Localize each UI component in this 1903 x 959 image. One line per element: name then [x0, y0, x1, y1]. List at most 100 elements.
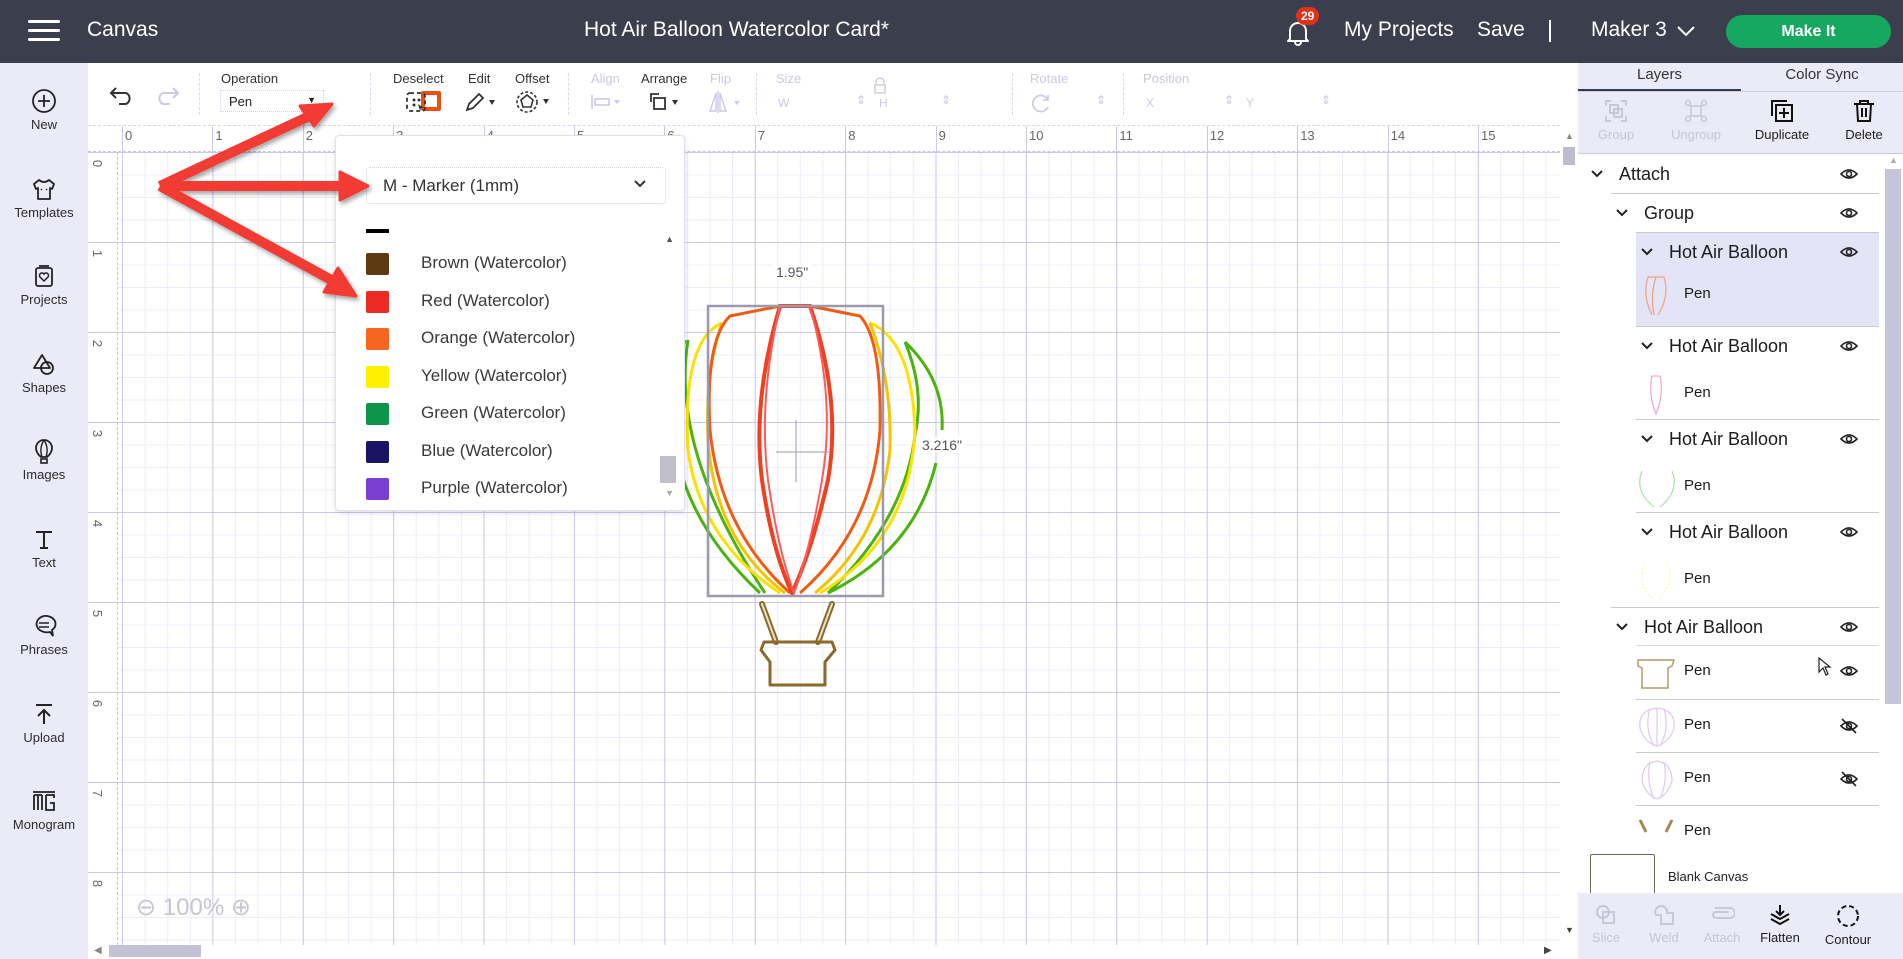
menu-icon[interactable] [28, 20, 60, 42]
delete-button[interactable]: Delete [1824, 98, 1903, 142]
eye-icon[interactable] [1840, 432, 1858, 446]
deselect-icon[interactable] [405, 91, 427, 113]
sidebar-item-monogram[interactable]: Monogram [0, 775, 88, 855]
height-dimension: 3.216" [920, 437, 965, 453]
layer-name: Hot Air Balloon [1669, 242, 1789, 262]
layer-group[interactable]: Group [1578, 194, 1883, 234]
eye-icon[interactable] [1840, 206, 1858, 220]
lock-icon[interactable] [873, 77, 887, 95]
scroll-up-arrow[interactable]: ▲ [665, 234, 674, 244]
y-input[interactable]: Y [1246, 96, 1254, 110]
scrollbar-thumb[interactable] [109, 945, 201, 957]
color-option[interactable]: Brown (Watercolor) [361, 249, 661, 277]
arrange-icon[interactable] [648, 91, 684, 113]
rotate-stepper[interactable]: ⇕ [1096, 93, 1106, 107]
layer-pen-hidden[interactable]: Pen [1578, 753, 1879, 805]
eye-slash-icon[interactable] [1840, 718, 1858, 734]
eye-icon[interactable] [1840, 620, 1858, 634]
layer-hot-air-balloon-3[interactable]: Hot Air Balloon [1636, 420, 1879, 460]
trash-icon [1854, 100, 1874, 122]
chevron-down-icon[interactable] [1615, 208, 1629, 218]
align-label: Align [591, 71, 620, 86]
eye-slash-icon[interactable] [1840, 771, 1858, 787]
scrollbar-thumb[interactable] [1885, 169, 1901, 704]
chevron-down-icon[interactable] [1640, 247, 1654, 257]
ungroup-button: Ungroup [1656, 98, 1736, 142]
color-option[interactable]: Red (Watercolor) [361, 287, 661, 315]
eye-icon[interactable] [1840, 525, 1858, 539]
color-option[interactable]: Orange (Watercolor) [361, 324, 661, 352]
my-projects-link[interactable]: My Projects [1344, 18, 1454, 42]
color-option[interactable]: Green (Watercolor) [361, 399, 661, 427]
chevron-down-icon[interactable] [1640, 527, 1654, 537]
layer-pen[interactable]: Pen [1578, 554, 1879, 606]
width-dimension: 1.95" [774, 264, 811, 280]
tab-layers[interactable]: Layers [1578, 63, 1741, 91]
sidebar-item-templates[interactable]: Templates [0, 163, 88, 243]
width-input[interactable]: W [778, 96, 789, 110]
layer-attach[interactable]: Attach [1578, 155, 1883, 195]
eye-icon[interactable] [1840, 339, 1858, 353]
sidebar-item-projects[interactable]: Projects [0, 250, 88, 330]
height-stepper[interactable]: ⇕ [941, 93, 951, 107]
sidebar-item-new[interactable]: New [0, 75, 88, 155]
layer-hot-air-balloon-2[interactable]: Hot Air Balloon [1636, 327, 1879, 367]
canvas-horizontal-scrollbar[interactable]: ◀ ▶ [88, 945, 1578, 959]
color-option[interactable]: Purple (Watercolor) [361, 474, 661, 502]
scrollbar-thumb[interactable] [1563, 147, 1575, 165]
chevron-down-icon[interactable] [1640, 434, 1654, 444]
chevron-down-icon[interactable] [1640, 341, 1654, 351]
layer-pen[interactable]: Pen [1578, 368, 1879, 420]
sidebar-item-images[interactable]: Images [0, 425, 88, 505]
eye-icon[interactable] [1840, 245, 1858, 259]
section-title: Canvas [87, 18, 159, 41]
contour-button[interactable]: Contour [1813, 903, 1883, 947]
machine-selector[interactable]: Maker 3 [1591, 18, 1667, 42]
layer-hot-air-balloon-1[interactable]: Hot Air Balloon Pen [1636, 233, 1879, 326]
chevron-down-icon[interactable] [1676, 24, 1696, 38]
sidebar-item-shapes[interactable]: Shapes [0, 338, 88, 418]
scroll-down-arrow[interactable]: ▼ [665, 488, 674, 498]
layer-pen[interactable]: Pen [1578, 461, 1879, 513]
color-option[interactable]: Yellow (Watercolor) [361, 362, 661, 390]
zoom-out-button[interactable]: ⊖ [136, 894, 156, 921]
ruler-tick-label: 8 [848, 128, 856, 143]
layer-pen-hidden[interactable]: Pen [1578, 700, 1879, 752]
chevron-down-icon[interactable] [1590, 169, 1604, 179]
paperclip-icon [1712, 907, 1735, 919]
color-option[interactable]: Blue (Watercolor) [361, 437, 661, 465]
canvas-vertical-scrollbar[interactable]: ▲ ▼ [1560, 125, 1578, 945]
eye-icon[interactable] [1840, 167, 1858, 181]
layer-pen-basket[interactable]: Pen [1578, 646, 1879, 698]
flatten-button[interactable]: Flatten [1750, 903, 1810, 945]
layer-hot-air-balloon-4[interactable]: Hot Air Balloon [1636, 513, 1879, 553]
tab-color-sync[interactable]: Color Sync [1741, 63, 1903, 91]
duplicate-button[interactable]: Duplicate [1742, 98, 1822, 142]
x-input[interactable]: X [1146, 96, 1154, 110]
sidebar-item-phrases[interactable]: Phrases [0, 600, 88, 680]
height-input[interactable]: H [879, 96, 888, 110]
save-button[interactable]: Save [1477, 18, 1525, 42]
width-stepper[interactable]: ⇕ [856, 93, 866, 107]
align-icon [591, 95, 620, 109]
blank-canvas-row[interactable]: Blank Canvas [1578, 841, 1903, 898]
make-it-button[interactable]: Make It [1726, 15, 1891, 48]
sidebar-item-text[interactable]: Text [0, 513, 88, 593]
y-stepper[interactable]: ⇕ [1321, 93, 1331, 107]
canvas-color-swatch[interactable] [1590, 854, 1655, 898]
scrollbar-thumb[interactable] [660, 456, 676, 483]
offset-icon[interactable] [515, 90, 555, 114]
operation-select[interactable]: Pen ▼ [220, 90, 324, 112]
pen-color-dropdown: M - Marker (1mm) ▲ Brown (Watercolor) Red… [335, 135, 685, 511]
eye-icon[interactable] [1840, 664, 1858, 678]
undo-icon[interactable] [109, 85, 135, 105]
chevron-down-icon[interactable] [1615, 622, 1629, 632]
hot-air-balloon-design[interactable] [660, 250, 1000, 700]
pencil-icon[interactable] [463, 91, 499, 113]
sidebar-item-upload[interactable]: Upload [0, 688, 88, 768]
zoom-in-button[interactable]: ⊕ [231, 894, 251, 921]
pen-type-select[interactable]: M - Marker (1mm) [366, 167, 666, 204]
layers-scrollbar[interactable]: ▲ ▼ [1883, 155, 1903, 900]
layer-hot-air-balloon-5[interactable]: Hot Air Balloon [1578, 608, 1883, 648]
x-stepper[interactable]: ⇕ [1224, 93, 1234, 107]
